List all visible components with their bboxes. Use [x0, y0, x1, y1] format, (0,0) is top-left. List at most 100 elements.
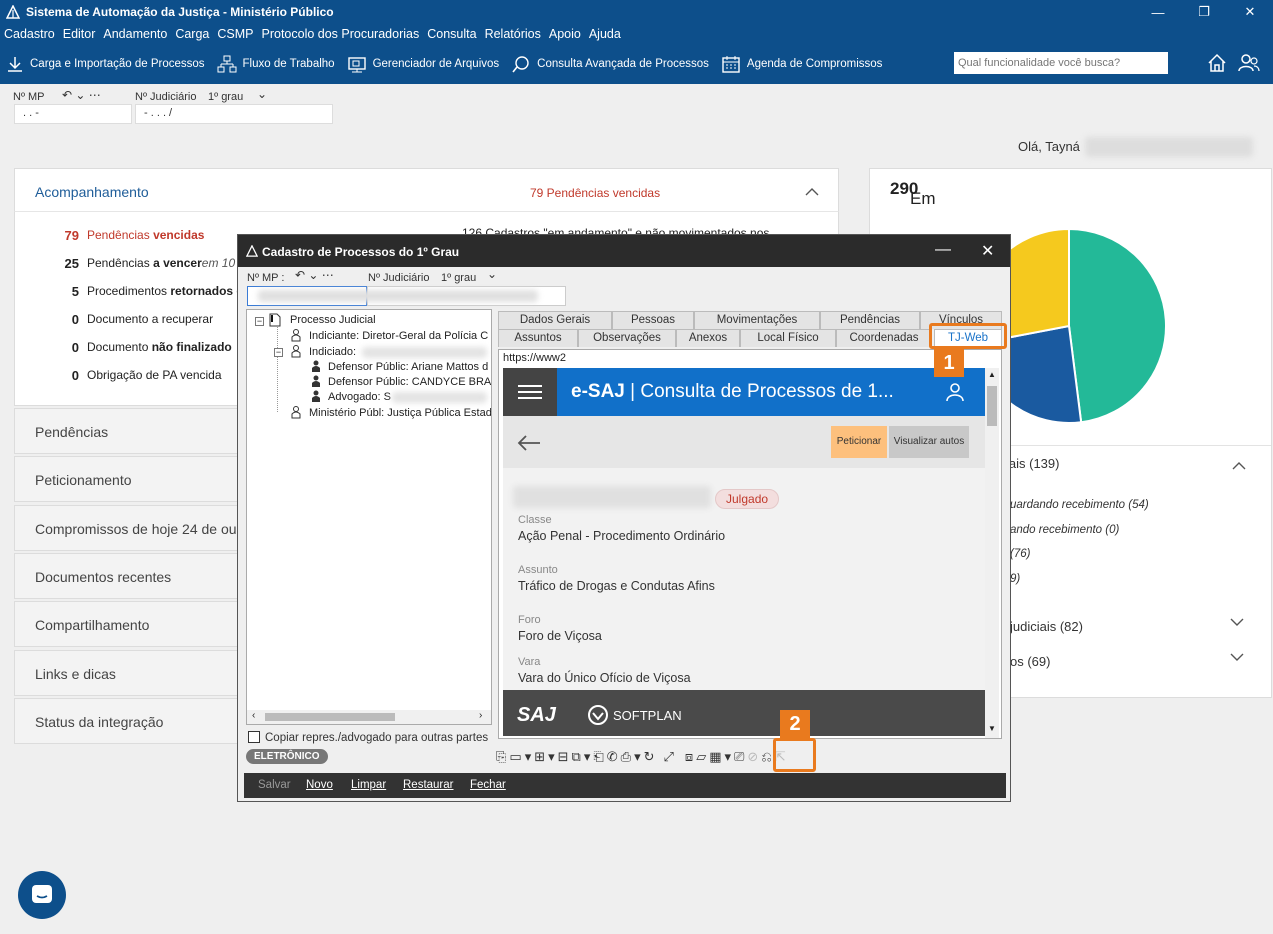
chevron-down-icon[interactable]: ⌄ [487, 267, 497, 281]
user-icon[interactable] [945, 382, 965, 402]
undo-icon[interactable]: ↶ ⌄ ⋯ [62, 88, 101, 102]
document-icon [269, 313, 281, 327]
chevron-up-icon[interactable] [805, 187, 819, 197]
toolbar-agenda[interactable]: Agenda de Compromissos [721, 55, 882, 73]
tab-observacoes[interactable]: Observações [578, 329, 676, 347]
salvar-button[interactable]: Salvar [258, 779, 291, 791]
list-item[interactable]: 25 Pendências a vencer em 10 d [35, 256, 246, 271]
scroll-down-icon[interactable]: ▼ [988, 724, 996, 733]
menu-protocolo[interactable]: Protocolo dos Procuradorias [262, 27, 420, 41]
link-icon[interactable]: ⊟ [558, 749, 572, 764]
phone-icon[interactable]: ✆ [607, 749, 621, 764]
menu-editor[interactable]: Editor [63, 27, 96, 41]
archive-icon[interactable]: ⎚ [734, 749, 747, 764]
tree-node-indiciante[interactable]: Indiciante: Diretor-Geral da Polícia C [309, 330, 491, 342]
mp-number-field[interactable]: . . - [14, 104, 132, 124]
list-item[interactable]: 79 Pendências vencidas [35, 228, 205, 243]
home-icon[interactable] [1206, 52, 1228, 74]
tab-pessoas[interactable]: Pessoas [612, 311, 694, 329]
tree-icon[interactable]: ⊞▾ [534, 749, 557, 764]
dialog-undo-icon[interactable]: ↶ ⌄ ⋯ [295, 268, 334, 282]
hamburger-menu-icon[interactable] [503, 368, 557, 416]
tree-node-defensor2[interactable]: Defensor Públic: CANDYCE BRAS [328, 376, 491, 388]
refresh-icon[interactable]: ↻ [644, 749, 658, 764]
limpar-button[interactable]: Limpar [351, 779, 386, 791]
peticionar-button[interactable]: Peticionar [831, 426, 887, 458]
tab-coordenadas[interactable]: Coordenadas [836, 329, 932, 347]
menu-carga[interactable]: Carga [175, 27, 209, 41]
shared-icon[interactable]: ⧈ [685, 749, 696, 764]
close-button[interactable]: ✕ [1227, 0, 1273, 24]
tree-node-ministerio[interactable]: Ministério Públ: Justiça Pública Estad [309, 407, 491, 419]
tree-node-advogado[interactable]: Advogado: S [328, 391, 391, 403]
menu-ajuda[interactable]: Ajuda [589, 27, 621, 41]
tab-pendencias[interactable]: Pendências [820, 311, 920, 329]
list-item[interactable]: 5 Procedimentos retornados c [35, 284, 243, 299]
function-search-input[interactable] [954, 52, 1168, 74]
collapse-icon[interactable]: − [255, 317, 264, 326]
scroll-left-icon[interactable]: ‹ [252, 710, 255, 721]
menu-cadastro[interactable]: Cadastro [4, 27, 55, 41]
menu-relatorios[interactable]: Relatórios [485, 27, 541, 41]
expand-icon[interactable]: ⤢ [664, 749, 677, 764]
menu-bar: Cadastro Editor Andamento Carga CSMP Pro… [0, 24, 1273, 44]
fechar-button[interactable]: Fechar [470, 779, 506, 791]
users-icon[interactable] [1237, 52, 1261, 74]
group1-item[interactable]: uardando recebimento (54) [1010, 499, 1149, 511]
tab-movimentacoes[interactable]: Movimentações [694, 311, 820, 329]
minimize-button[interactable]: — [1135, 0, 1181, 24]
group1-item[interactable]: 9) [1010, 573, 1020, 585]
scroll-up-icon[interactable]: ▲ [988, 370, 996, 379]
copy-icon[interactable]: ⧉▾ [572, 749, 594, 764]
copy-representatives-checkbox[interactable] [248, 731, 260, 743]
group1-item[interactable]: ando recebimento (0) [1010, 524, 1119, 536]
toolbar-fluxo[interactable]: Fluxo de Trabalho [217, 55, 335, 73]
judicial-number-field[interactable]: - . . . / [135, 104, 333, 124]
add-document-icon[interactable]: ⎘ [496, 749, 509, 764]
tab-anexos[interactable]: Anexos [676, 329, 740, 347]
toolbar-gerenciador[interactable]: Gerenciador de Arquivos [347, 55, 499, 73]
menu-andamento[interactable]: Andamento [103, 27, 167, 41]
folder-icon[interactable]: ▭▾ [509, 749, 534, 764]
scroll-right-icon[interactable]: › [479, 710, 482, 721]
collapse-icon[interactable]: − [274, 348, 283, 357]
back-arrow-icon[interactable] [517, 434, 541, 452]
menu-csmp[interactable]: CSMP [217, 27, 253, 41]
tab-dados-gerais[interactable]: Dados Gerais [498, 311, 612, 329]
tree-node-defensor1[interactable]: Defensor Públic: Ariane Mattos d [328, 361, 491, 373]
chevron-down-icon[interactable] [1230, 617, 1244, 627]
horizontal-scrollbar[interactable]: ‹ › [247, 710, 491, 724]
list-item[interactable]: 0 Documento não finalizado [35, 340, 232, 355]
group2-label[interactable]: judiciais (82) [1010, 619, 1083, 634]
tab-assuntos[interactable]: Assuntos [498, 329, 578, 347]
tree-node-indiciado[interactable]: Indiciado: [309, 346, 356, 358]
folder-open-icon[interactable]: ▱ [696, 749, 709, 764]
chevron-down-icon[interactable] [1230, 652, 1244, 662]
novo-button[interactable]: Novo [306, 779, 333, 791]
visualizar-autos-button[interactable]: Visualizar autos [889, 426, 969, 458]
pie-slice-0[interactable] [1068, 227, 1167, 424]
group3-label[interactable]: os (69) [1010, 654, 1050, 669]
group1-item[interactable]: (76) [1010, 548, 1030, 560]
acompanhamento-header[interactable]: Acompanhamento 79 Pendências vencidas [14, 168, 839, 212]
paste-icon[interactable]: ⎗ [593, 749, 606, 764]
chevron-down-icon[interactable]: ⌄ [257, 87, 267, 101]
chat-button[interactable] [18, 871, 66, 919]
dialog-minimize-button[interactable]: — [935, 241, 951, 259]
tab-local-fisico[interactable]: Local Físico [740, 329, 836, 347]
menu-apoio[interactable]: Apoio [549, 27, 581, 41]
print-icon[interactable]: ⎙▾ [621, 749, 644, 764]
calendar-icon[interactable]: ▦▾ [709, 749, 734, 764]
group1-label[interactable]: iais (139) [1006, 456, 1059, 471]
list-item[interactable]: 0 Obrigação de PA vencida [35, 368, 222, 383]
toolbar-consulta-avancada[interactable]: Consulta Avançada de Processos [511, 55, 709, 73]
dialog-close-button[interactable]: ✕ [981, 241, 994, 261]
menu-consulta[interactable]: Consulta [427, 27, 476, 41]
tree-node-processo[interactable]: Processo Judicial [290, 314, 376, 326]
restaurar-button[interactable]: Restaurar [403, 779, 454, 791]
vertical-scrollbar[interactable]: ▲ ▼ [985, 368, 999, 738]
toolbar-carga[interactable]: Carga e Importação de Processos [6, 55, 205, 73]
restore-button[interactable]: ❐ [1181, 0, 1227, 24]
chevron-up-icon[interactable] [1232, 461, 1246, 471]
list-item[interactable]: 0 Documento a recuperar [35, 312, 213, 327]
